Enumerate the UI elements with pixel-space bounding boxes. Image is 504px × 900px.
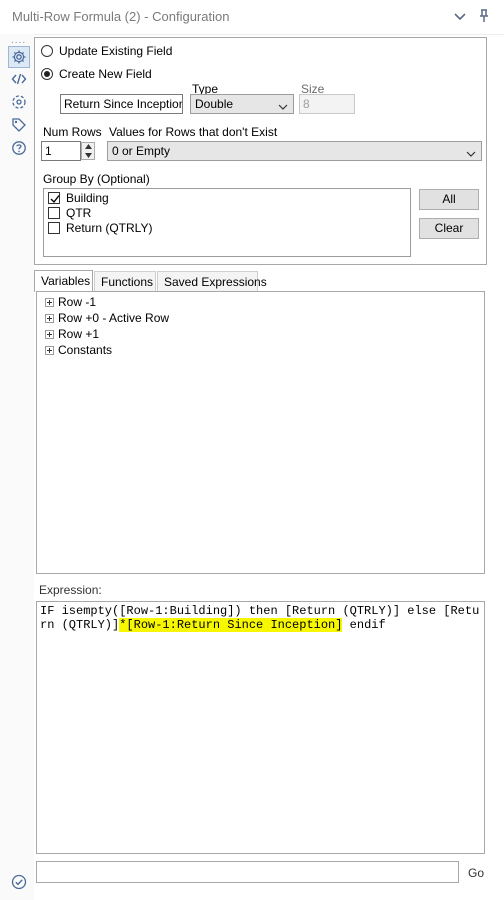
- sidebar-target-button[interactable]: [9, 92, 29, 112]
- tab-functions[interactable]: Functions: [94, 271, 156, 291]
- tab-variables[interactable]: Variables: [34, 270, 93, 292]
- expression-editor[interactable]: IF isempty([Row-1:Building]) then [Retur…: [36, 601, 485, 854]
- pin-icon[interactable]: [476, 8, 492, 24]
- sidebar-configuration-button[interactable]: [8, 46, 30, 68]
- tree-item-constants[interactable]: Constants: [45, 343, 112, 357]
- group-by-list[interactable]: Building QTR Return (QTRLY): [43, 188, 411, 257]
- stepper-up[interactable]: [82, 143, 94, 151]
- title-bar: Multi-Row Formula (2) - Configuration: [0, 0, 504, 35]
- nonexist-dropdown[interactable]: 0 or Empty: [107, 141, 482, 161]
- check-circle-icon: [11, 874, 27, 893]
- create-new-label: Create New Field: [59, 67, 152, 81]
- go-button[interactable]: Go: [468, 866, 484, 880]
- all-button[interactable]: All: [419, 189, 479, 210]
- stepper-down[interactable]: [82, 152, 94, 160]
- tree-item-label: Row -1: [58, 295, 97, 309]
- expression-label: Expression:: [39, 583, 102, 597]
- num-rows-label: Num Rows: [43, 125, 102, 139]
- num-rows-stepper[interactable]: [81, 142, 95, 160]
- field-name-input[interactable]: Return Since Inception: [60, 94, 183, 114]
- size-input: 8: [299, 94, 355, 114]
- sidebar-dots: ....: [11, 35, 27, 46]
- group-by-item-label: Return (QTRLY): [66, 221, 153, 235]
- tree-item-row-minus-1[interactable]: Row -1: [45, 295, 96, 309]
- sidebar-code-button[interactable]: [9, 69, 29, 89]
- update-existing-label: Update Existing Field: [59, 44, 173, 58]
- group-by-item-return-qtrly[interactable]: Return (QTRLY): [48, 221, 152, 235]
- sidebar: ....: [0, 34, 34, 900]
- type-dropdown-value: Double: [195, 97, 234, 111]
- update-existing-radio-circle[interactable]: [41, 45, 53, 57]
- expression-text-end: endif: [342, 618, 386, 632]
- expand-icon[interactable]: [45, 313, 54, 323]
- tree-item-label: Row +0 - Active Row: [58, 311, 170, 325]
- variables-tree[interactable]: Row -1 Row +0 - Active Row Row +1 Consta…: [36, 291, 485, 574]
- group-by-item-building[interactable]: Building: [48, 191, 109, 205]
- nonexist-dropdown-value: 0 or Empty: [112, 144, 171, 158]
- formula-output-field[interactable]: [36, 861, 459, 883]
- sidebar-help-button[interactable]: [9, 138, 29, 158]
- group-by-item-label: Building: [66, 191, 109, 205]
- num-rows-input[interactable]: 1: [41, 141, 81, 161]
- window-title: Multi-Row Formula (2) - Configuration: [12, 9, 230, 24]
- tree-item-row-0[interactable]: Row +0 - Active Row: [45, 311, 169, 325]
- tab-saved-expressions[interactable]: Saved Expressions: [157, 271, 267, 291]
- expand-icon[interactable]: [45, 329, 54, 339]
- clear-button[interactable]: Clear: [419, 218, 479, 239]
- tree-item-label: Row +1: [58, 327, 100, 341]
- checkbox-return-qtrly[interactable]: [48, 222, 60, 234]
- expression-highlight: *[Row-1:Return Since Inception]: [119, 618, 343, 632]
- type-dropdown[interactable]: Double: [190, 94, 294, 114]
- expand-icon[interactable]: [45, 297, 54, 307]
- chevron-down-icon[interactable]: [452, 8, 468, 24]
- check-icon: [50, 195, 60, 204]
- tree-item-row-plus-1[interactable]: Row +1: [45, 327, 99, 341]
- chevron-down-icon: [466, 147, 476, 161]
- tree-item-label: Constants: [58, 343, 113, 357]
- configuration-panel: Update Existing Field Create New Field T…: [34, 37, 487, 265]
- group-by-item-qtr[interactable]: QTR: [48, 206, 91, 220]
- expand-icon[interactable]: [45, 345, 54, 355]
- create-new-radio-circle[interactable]: [41, 68, 53, 80]
- chevron-down-icon: [278, 100, 288, 114]
- checkbox-building[interactable]: [48, 192, 60, 204]
- nonexist-label: Values for Rows that don't Exist: [109, 125, 278, 139]
- checkbox-qtr[interactable]: [48, 207, 60, 219]
- update-existing-radio[interactable]: Update Existing Field: [41, 43, 172, 59]
- group-by-label: Group By (Optional): [43, 172, 150, 186]
- sidebar-tag-button[interactable]: [9, 115, 29, 135]
- create-new-radio[interactable]: Create New Field: [41, 66, 152, 82]
- group-by-item-label: QTR: [66, 206, 92, 220]
